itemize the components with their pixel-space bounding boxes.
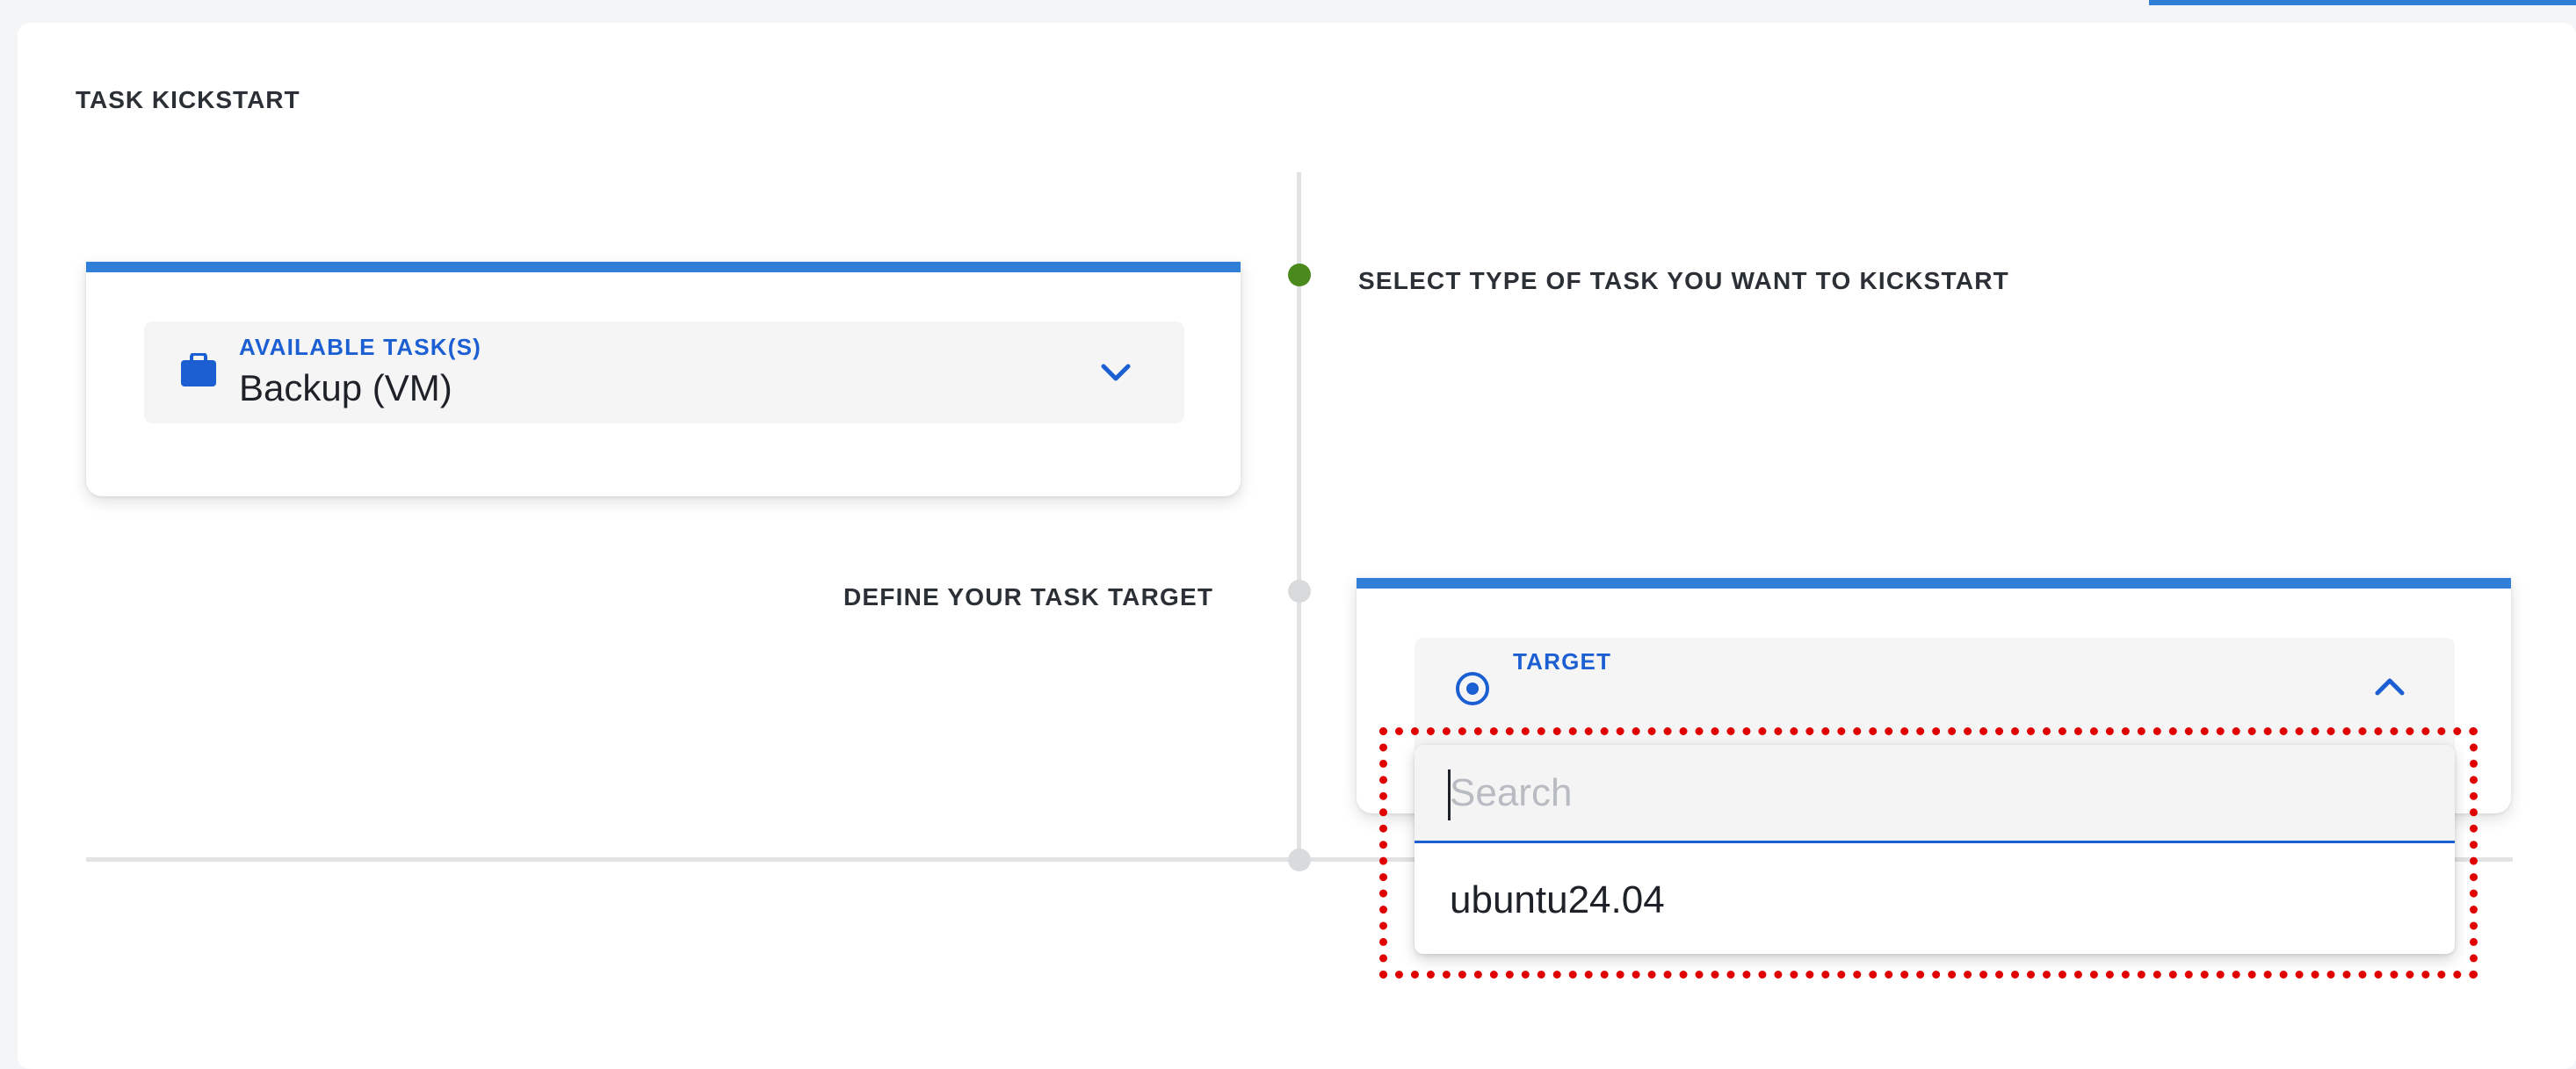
top-active-tab-indicator: [2149, 0, 2576, 5]
step-label-task-target: DEFINE YOUR TASK TARGET: [843, 583, 1214, 610]
step-indicator-active: [1288, 264, 1311, 286]
chevron-down-icon[interactable]: [1100, 362, 1132, 383]
available-tasks-value: Backup (VM): [239, 367, 452, 408]
target-label: TARGET: [1513, 648, 1612, 675]
timeline-end-node: [1288, 849, 1311, 871]
step-indicator-pending: [1288, 580, 1311, 603]
step-label-task-type: SELECT TYPE OF TASK YOU WANT TO KICKSTAR…: [1358, 267, 2009, 294]
available-tasks-select[interactable]: AVAILABLE TASK(S) Backup (VM): [144, 321, 1184, 423]
task-type-card: AVAILABLE TASK(S) Backup (VM): [86, 262, 1241, 496]
highlight-annotation-box: [1379, 727, 2478, 979]
available-tasks-label: AVAILABLE TASK(S): [239, 334, 482, 360]
target-icon: [1453, 669, 1492, 708]
page-title: TASK KICKSTART: [76, 86, 300, 113]
chevron-up-icon[interactable]: [2374, 676, 2406, 697]
briefcase-icon: [181, 352, 216, 386]
